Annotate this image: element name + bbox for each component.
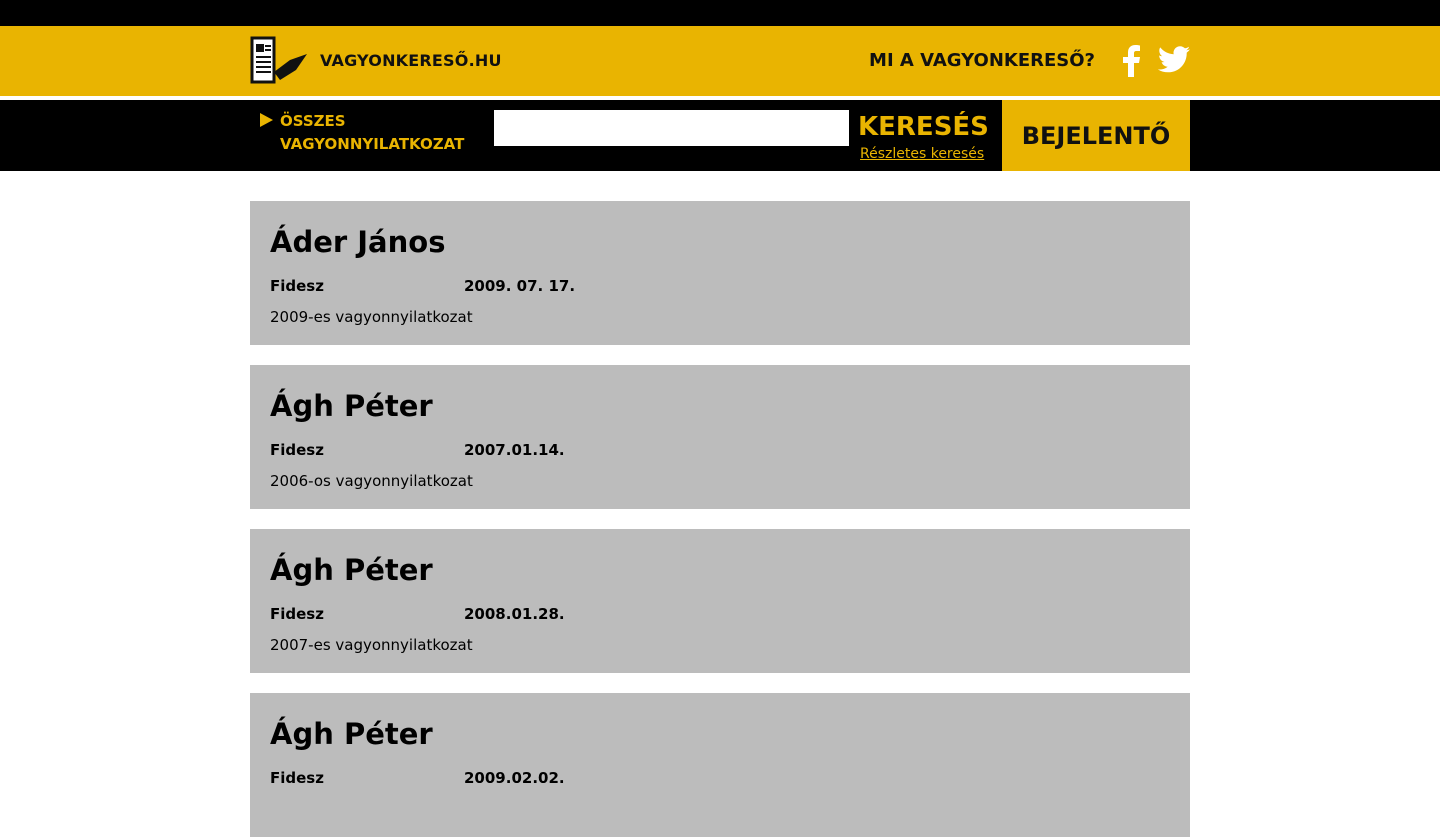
results-list: Áder János Fidesz 2009. 07. 17. 2009-es …	[250, 201, 1190, 837]
result-party: Fidesz	[270, 605, 324, 623]
result-card[interactable]: Ágh Péter Fidesz 2008.01.28. 2007-es vag…	[250, 529, 1190, 673]
facebook-icon[interactable]	[1120, 45, 1142, 77]
result-card[interactable]: Ágh Péter Fidesz 2007.01.14. 2006-os vag…	[250, 365, 1190, 509]
logo-icon[interactable]	[250, 36, 308, 86]
result-name[interactable]: Áder János	[270, 221, 1170, 263]
result-description: 2007-es vagyonnyilatkozat	[270, 636, 473, 654]
result-date: 2007.01.14.	[464, 441, 565, 459]
result-description: 2009-es vagyonnyilatkozat	[270, 308, 473, 326]
site-header: VAGYONKERESŐ.HU MI A VAGYONKERESŐ?	[0, 26, 1440, 96]
all-declarations-line2: VAGYONNYILATKOZAT	[280, 135, 465, 153]
triangle-right-icon	[260, 113, 273, 127]
search-input[interactable]	[494, 110, 849, 146]
result-date: 2009.02.02.	[464, 769, 565, 787]
result-name[interactable]: Ágh Péter	[270, 713, 1170, 755]
search-button[interactable]: KERESÉS	[858, 110, 989, 144]
advanced-search-link[interactable]: Részletes keresés	[860, 146, 984, 162]
result-party: Fidesz	[270, 441, 324, 459]
search-bar: ÖSSZES VAGYONNYILATKOZAT KERESÉS Részlet…	[0, 100, 1440, 171]
result-name[interactable]: Ágh Péter	[270, 385, 1170, 427]
result-card[interactable]: Ágh Péter Fidesz 2009.02.02.	[250, 693, 1190, 837]
result-date: 2009. 07. 17.	[464, 277, 576, 295]
all-declarations-link[interactable]: ÖSSZES VAGYONNYILATKOZAT	[260, 110, 480, 156]
result-description: 2006-os vagyonnyilatkozat	[270, 472, 473, 490]
about-link[interactable]: MI A VAGYONKERESŐ?	[869, 50, 1095, 71]
all-declarations-line1: ÖSSZES	[280, 112, 346, 130]
result-name[interactable]: Ágh Péter	[270, 549, 1170, 591]
result-party: Fidesz	[270, 277, 324, 295]
result-party: Fidesz	[270, 769, 324, 787]
top-black-bar	[0, 0, 1440, 26]
result-date: 2008.01.28.	[464, 605, 565, 623]
report-button[interactable]: BEJELENTŐ	[1002, 100, 1190, 171]
twitter-icon[interactable]	[1158, 46, 1190, 74]
site-title[interactable]: VAGYONKERESŐ.HU	[320, 51, 502, 70]
result-card[interactable]: Áder János Fidesz 2009. 07. 17. 2009-es …	[250, 201, 1190, 345]
